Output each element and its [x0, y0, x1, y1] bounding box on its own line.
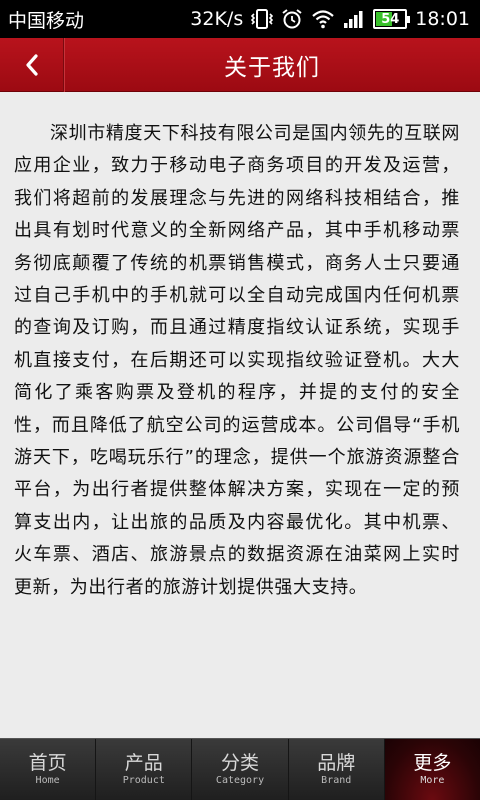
- tab-label: 产品: [124, 752, 163, 774]
- network-speed: 32K/s: [190, 8, 244, 30]
- tab-sublabel: Category: [215, 775, 265, 786]
- page-title: 关于我们: [224, 55, 320, 81]
- tab-category[interactable]: 分类 Category: [192, 739, 289, 800]
- tab-sublabel: Brand: [321, 775, 352, 786]
- battery-icon: 54: [373, 9, 411, 29]
- alarm-clock-icon: [281, 8, 303, 30]
- signal-strength-icon: [343, 9, 365, 29]
- clock-time: 18:01: [415, 8, 470, 30]
- tab-sublabel: Home: [35, 775, 60, 786]
- title-bar: 关于我们: [0, 38, 480, 92]
- tab-label: 品牌: [317, 752, 356, 774]
- tab-sublabel: More: [420, 775, 445, 786]
- tab-product[interactable]: 产品 Product: [96, 739, 193, 800]
- tab-home[interactable]: 首页 Home: [0, 739, 97, 800]
- chevron-left-icon: [25, 54, 38, 76]
- back-button[interactable]: [0, 38, 64, 92]
- tab-label: 首页: [28, 752, 67, 774]
- tab-label: 更多: [413, 752, 452, 774]
- about-paragraph: 深圳市精度天下科技有限公司是国内领先的互联网应用企业，致力于移动电子商务项目的开…: [14, 123, 460, 598]
- about-content: 深圳市精度天下科技有限公司是国内领先的互联网应用企业，致力于移动电子商务项目的开…: [0, 92, 480, 738]
- tab-sublabel: Product: [122, 775, 165, 786]
- battery-level: 54: [381, 11, 400, 27]
- tab-label: 分类: [221, 752, 260, 774]
- tab-more[interactable]: 更多 More: [384, 739, 480, 800]
- wifi-icon: [311, 9, 335, 29]
- vibrate-icon: [251, 7, 274, 31]
- carrier-name: 中国移动: [8, 9, 85, 32]
- bottom-tab-bar: 首页 Home 产品 Product 分类 Category 品牌 Brand …: [0, 738, 480, 800]
- status-bar: 中国移动 32K/s 54 18:01: [0, 0, 480, 38]
- tab-brand[interactable]: 品牌 Brand: [289, 739, 385, 800]
